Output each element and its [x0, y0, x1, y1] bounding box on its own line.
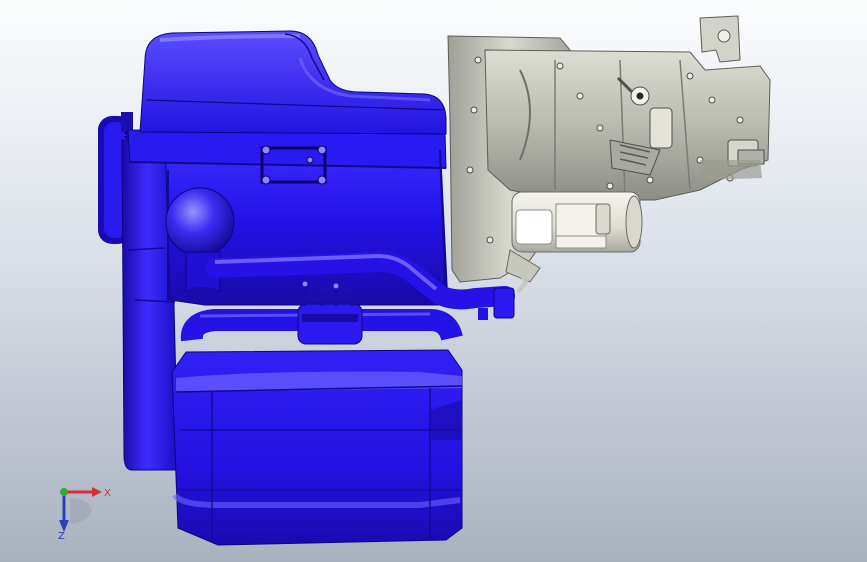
starter-motor[interactable] [505, 191, 643, 283]
cad-graphics-area[interactable]: X Z [0, 0, 867, 562]
engine-assembly-model[interactable] [0, 0, 867, 562]
x-axis-label: X [104, 488, 111, 499]
y-axis-dot [60, 488, 68, 496]
oil-pan[interactable] [171, 349, 463, 546]
intake-reservoir[interactable] [139, 30, 447, 135]
z-axis-label: Z [58, 531, 65, 542]
orientation-triad[interactable]: X Z [48, 480, 118, 544]
x-axis-arrow-head [92, 487, 102, 497]
